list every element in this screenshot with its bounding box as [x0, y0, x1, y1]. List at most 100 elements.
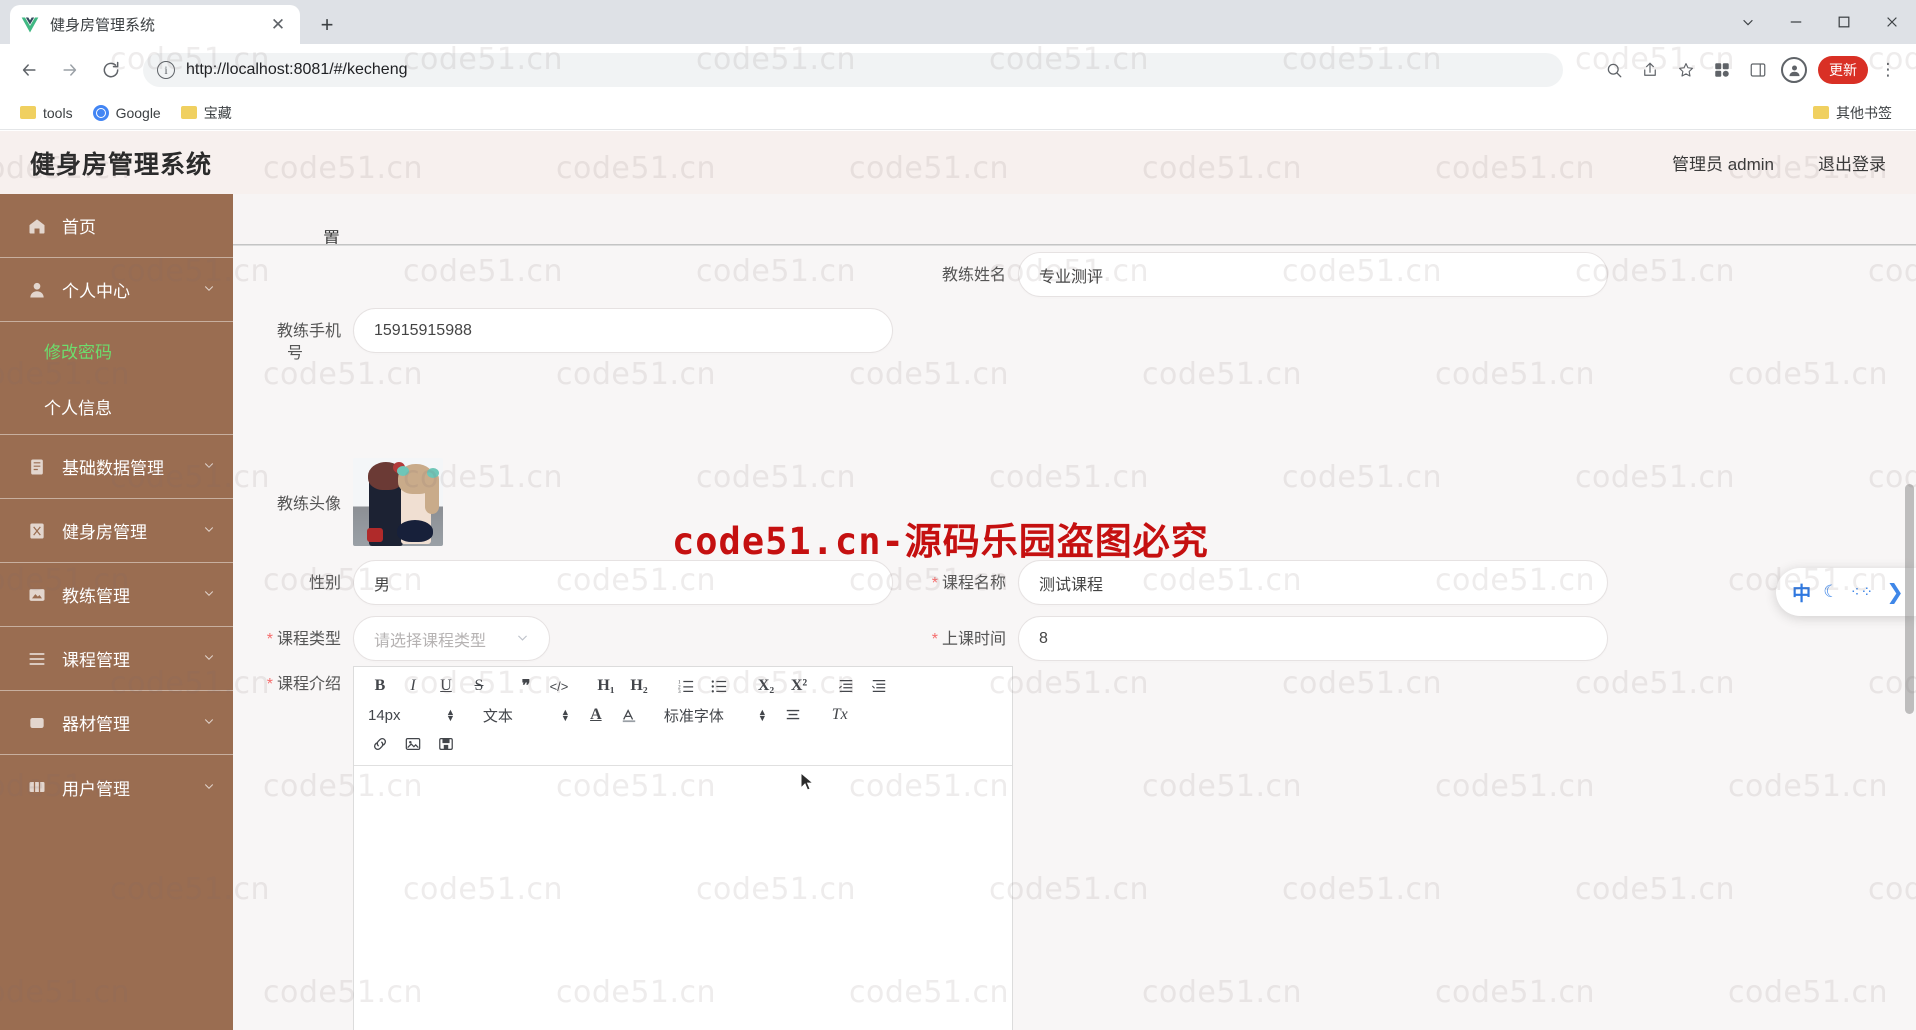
sidebar-item-basic-data[interactable]: 基础数据管理: [0, 435, 233, 499]
watermark-tile: code51.cn: [1575, 42, 1736, 77]
sidebar-subitem-change-password[interactable]: 修改密码: [0, 322, 233, 378]
chevron-down-icon: [203, 282, 217, 297]
bookmark-tools[interactable]: tools: [12, 100, 81, 126]
watermark-tile: code51.cn: [989, 42, 1150, 77]
underline-icon[interactable]: U: [434, 674, 458, 698]
avatar-shape: [427, 468, 439, 478]
video-icon[interactable]: [434, 732, 458, 756]
class-time-input[interactable]: 8: [1018, 616, 1608, 661]
watermark-tile: code51.cn: [696, 42, 857, 77]
font-color-icon[interactable]: A: [584, 703, 608, 727]
app-header: 健身房管理系统 管理员 admin 退出登录: [0, 131, 1916, 194]
image-icon[interactable]: [401, 732, 425, 756]
svg-text:3: 3: [678, 689, 681, 694]
code-icon[interactable]: </>: [547, 674, 571, 698]
font-size-select[interactable]: 14px ▲ ▼: [368, 707, 455, 724]
bookmarks-bar: tools Google 宝藏 其他书签: [0, 96, 1916, 130]
sidebar-item-user-management[interactable]: 用户管理: [0, 755, 233, 819]
quote-icon[interactable]: ❞: [514, 674, 538, 698]
highlight-icon[interactable]: [617, 703, 641, 727]
course-intro-label: * 课程介绍: [249, 666, 341, 696]
rich-text-editor[interactable]: B I U S ❞ </> H₁ H₂ 1 2 3 X₂ X² 14px ▲ ▼…: [353, 666, 1013, 1030]
list-bullet-icon[interactable]: [707, 674, 731, 698]
required-marker: *: [931, 575, 938, 592]
text-style-value: 文本: [482, 707, 513, 725]
language-toggle-icon[interactable]: 中: [1792, 579, 1811, 606]
minimize-icon[interactable]: [1772, 0, 1820, 44]
profile-icon[interactable]: [1778, 54, 1810, 86]
browser-tab[interactable]: 健身房管理系统 ✕: [10, 5, 300, 44]
editor-content-area[interactable]: [354, 766, 1012, 1030]
text-style-select[interactable]: 文本 ▲ ▼: [483, 705, 570, 726]
course-name-input[interactable]: 测试课程: [1018, 560, 1608, 605]
watermark-tile: code51.cn: [403, 42, 564, 77]
bold-icon[interactable]: B: [368, 674, 392, 698]
required-marker: *: [266, 676, 273, 693]
users-icon: [26, 776, 48, 798]
coach-name-input[interactable]: 专业测评: [1018, 252, 1608, 297]
sidebar-item-personal-center[interactable]: 个人中心: [0, 258, 233, 322]
italic-icon[interactable]: I: [401, 674, 425, 698]
vertical-scrollbar[interactable]: [1902, 194, 1916, 1030]
sidebar-item-gym[interactable]: 健身房管理: [0, 499, 233, 563]
sidebar-item-equipment[interactable]: 器材管理: [0, 691, 233, 755]
align-icon[interactable]: [781, 703, 805, 727]
link-icon[interactable]: [368, 732, 392, 756]
sidebar-item-label: 器材管理: [62, 715, 130, 734]
list-ordered-icon[interactable]: 123: [674, 674, 698, 698]
sidebar-item-label: 健身房管理: [62, 523, 147, 542]
close-icon[interactable]: ✕: [266, 13, 290, 37]
update-button[interactable]: 更新: [1818, 56, 1868, 84]
window-close-icon[interactable]: [1868, 0, 1916, 44]
course-type-label: * 课程类型: [249, 616, 341, 651]
gender-input[interactable]: 男: [353, 560, 893, 605]
subscript-icon[interactable]: X₂: [754, 674, 778, 698]
indent-decrease-icon[interactable]: [834, 674, 858, 698]
heading2-icon[interactable]: H₂: [627, 674, 651, 698]
sidebar-subitem-personal-info[interactable]: 个人信息: [0, 378, 233, 434]
settings-toggle-icon[interactable]: ⁖⁘: [1851, 583, 1874, 601]
bookmark-google[interactable]: Google: [85, 100, 169, 126]
sidebar-item-label: 基础数据管理: [62, 459, 164, 478]
vue-logo-icon: [20, 15, 40, 35]
superscript-icon[interactable]: X²: [787, 674, 811, 698]
sidebar-item-coach[interactable]: 教练管理: [0, 563, 233, 627]
chevron-down-icon: [203, 715, 217, 730]
watermark-tile: code51.cn: [1282, 42, 1443, 77]
sidebar-item-course[interactable]: 课程管理: [0, 627, 233, 691]
bookmark-baozang[interactable]: 宝藏: [173, 100, 240, 126]
list-icon: [26, 648, 48, 670]
back-icon[interactable]: [12, 53, 46, 87]
form-row-course-intro: * 课程介绍 B I U S ❞ </> H₁ H₂ 1 2 3 X₂ X² 1…: [249, 666, 1013, 1030]
form-row-coach-phone: 教练手机 号 15915915988: [249, 308, 893, 365]
font-size-value: 14px: [368, 706, 401, 724]
coach-avatar-image[interactable]: [353, 458, 443, 546]
bookmark-other[interactable]: 其他书签: [1805, 100, 1900, 126]
avatar-shape: [397, 520, 433, 542]
heading1-icon[interactable]: H₁: [594, 674, 618, 698]
maximize-icon[interactable]: [1820, 0, 1868, 44]
bookmark-label: tools: [43, 104, 73, 121]
globe-icon: [92, 104, 109, 121]
bookmark-label: 其他书签: [1836, 104, 1892, 121]
sidebar-item-home[interactable]: 首页: [0, 194, 233, 258]
coach-avatar-label: 教练头像: [276, 496, 341, 513]
dark-mode-toggle-icon[interactable]: ☾: [1823, 582, 1838, 602]
coach-phone-input[interactable]: 15915915988: [353, 308, 893, 353]
sidepanel-icon[interactable]: [1742, 54, 1774, 86]
indent-increase-icon[interactable]: [867, 674, 891, 698]
forward-icon[interactable]: [53, 53, 87, 87]
course-type-select[interactable]: 请选择课程类型: [353, 616, 550, 661]
strikethrough-icon[interactable]: S: [467, 674, 491, 698]
gender-label: 性别: [308, 575, 341, 592]
form-row-gender: 性别 男: [249, 560, 893, 605]
course-name-label: * 课程名称: [873, 560, 1006, 595]
logout-button[interactable]: 退出登录: [1818, 150, 1886, 175]
home-icon: [26, 215, 48, 237]
new-tab-button[interactable]: +: [312, 10, 342, 40]
chevron-down-icon[interactable]: [1724, 0, 1772, 44]
clear-format-icon[interactable]: Tx: [828, 703, 852, 727]
equipment-icon: [26, 712, 48, 734]
scrollbar-thumb[interactable]: [1905, 484, 1914, 714]
font-family-select[interactable]: 标准字体 ▲ ▼: [664, 705, 767, 726]
